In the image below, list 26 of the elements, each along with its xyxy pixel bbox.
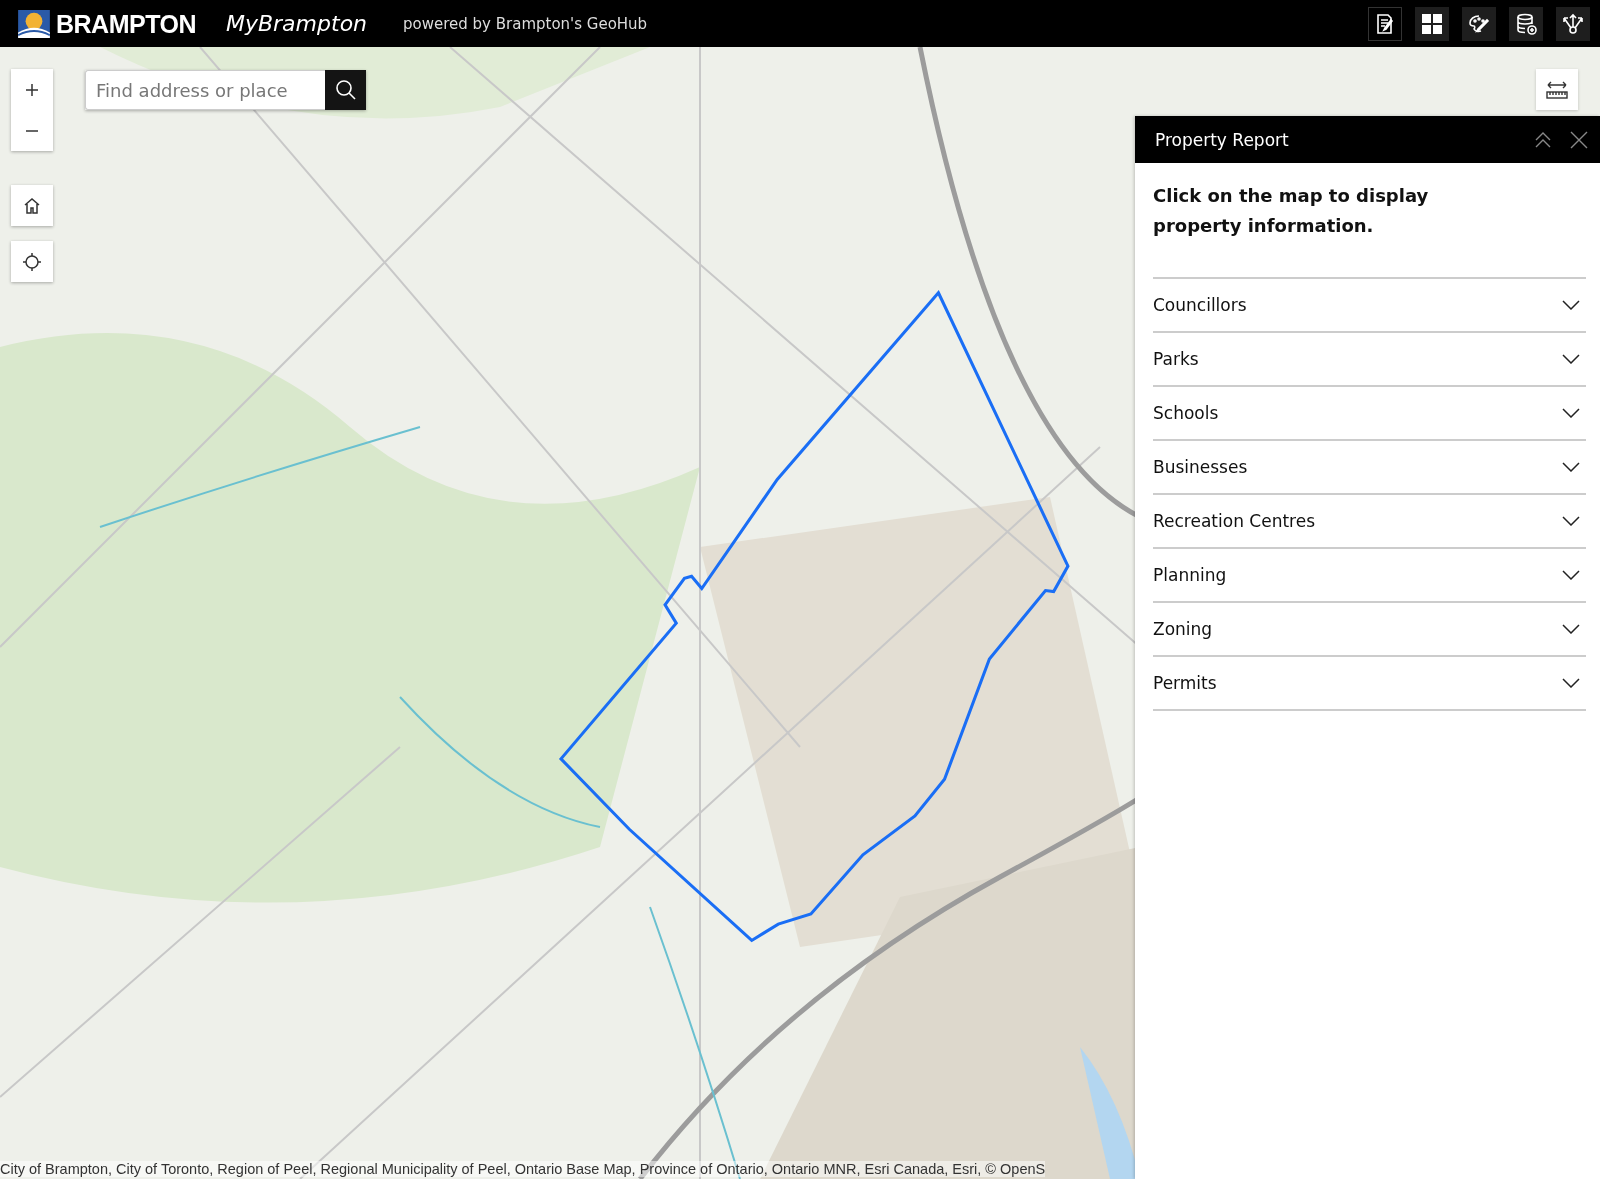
edit-document-icon[interactable] [1368, 6, 1402, 41]
city-logo-icon [18, 9, 50, 38]
chevron-icon [1562, 624, 1580, 634]
locate-icon[interactable] [11, 241, 53, 282]
logo-text: BRAMPTON [56, 8, 196, 39]
chevron-icon [1562, 300, 1580, 310]
chevron-icon [1562, 678, 1580, 688]
database-add-icon[interactable] [1509, 6, 1543, 41]
zoom-in-icon[interactable] [11, 69, 53, 110]
chevron-icon [1562, 462, 1580, 472]
chevron-icon [1562, 516, 1580, 526]
subtitle: powered by Brampton's GeoHub [403, 14, 648, 33]
app-title: MyBrampton [226, 11, 368, 36]
chevron-icon [1562, 354, 1580, 364]
search-icon[interactable] [325, 70, 366, 110]
search-field[interactable]: Find address or place [85, 70, 325, 110]
instruction-text: Click on the map to display property information. [1153, 184, 1430, 238]
grid-icon[interactable] [1415, 6, 1449, 41]
chevron-icon [1562, 408, 1580, 418]
measure-icon[interactable] [1536, 69, 1578, 110]
map-attribution: City of Brampton, City of Toronto, Region of Peel, Regional Municipality of Peel, Ontario Base Map, Province of Ontario, Ontario MNR, Esri Canada, Esri, © OpenS [0, 1161, 1046, 1177]
chevron-icon [1562, 570, 1580, 580]
home-icon[interactable] [11, 185, 53, 226]
panel-title: Property Report [1155, 129, 1289, 150]
palette-icon[interactable] [1462, 6, 1496, 41]
share-icon[interactable] [1556, 6, 1590, 41]
